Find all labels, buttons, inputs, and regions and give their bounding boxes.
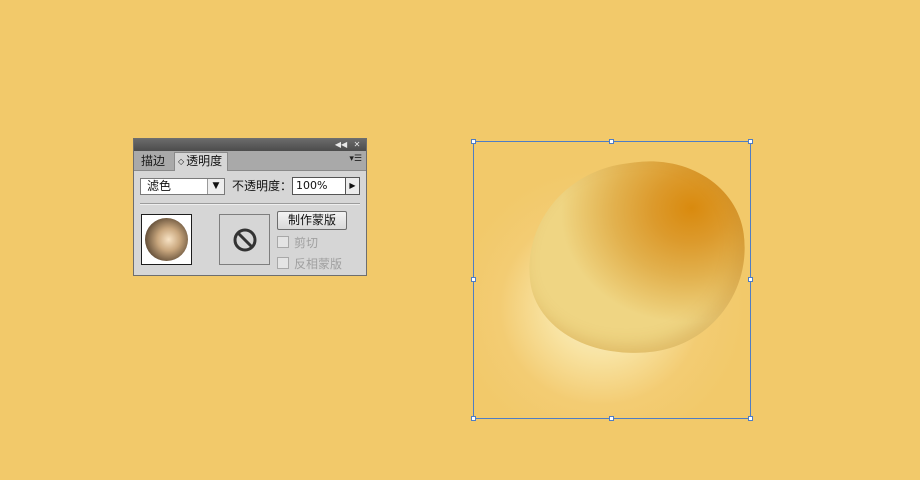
- opacity-label: 不透明度：: [232, 179, 293, 193]
- artwork-thumbnail[interactable]: [141, 214, 192, 265]
- chevron-down-icon[interactable]: ▼: [207, 179, 224, 194]
- handle-bottom-center[interactable]: [609, 416, 614, 421]
- handle-middle-left[interactable]: [471, 277, 476, 282]
- clip-checkbox[interactable]: [277, 236, 289, 248]
- mask-thumbnail[interactable]: [219, 214, 270, 265]
- selection-bounding-box[interactable]: [473, 141, 751, 419]
- blend-mode-value: 滤色: [147, 179, 172, 193]
- tab-stroke-label: 描边: [141, 154, 166, 168]
- tab-transparency[interactable]: ◇ 透明度: [174, 152, 228, 171]
- handle-middle-right[interactable]: [748, 277, 753, 282]
- clip-label: 剪切: [294, 236, 319, 250]
- opacity-input[interactable]: 100%: [292, 177, 346, 195]
- blend-mode-select[interactable]: 滤色 ▼: [140, 178, 225, 195]
- panel-tab-bar: 描边 ◇ 透明度 ▾☰: [134, 151, 366, 171]
- invert-mask-checkbox[interactable]: [277, 257, 289, 269]
- invert-mask-checkbox-row[interactable]: 反相蒙版: [277, 257, 342, 271]
- handle-top-left[interactable]: [471, 139, 476, 144]
- close-icon[interactable]: ✕: [350, 139, 364, 151]
- panel-titlebar[interactable]: ◀◀ ✕: [134, 139, 366, 151]
- transparency-panel: ◀◀ ✕ 描边 ◇ 透明度 ▾☰ 滤色 ▼ 不透明度： 100% ▶ 制作蒙版 剪…: [133, 138, 367, 276]
- handle-top-right[interactable]: [748, 139, 753, 144]
- make-mask-button[interactable]: 制作蒙版: [277, 211, 347, 230]
- handle-bottom-right[interactable]: [748, 416, 753, 421]
- handle-bottom-left[interactable]: [471, 416, 476, 421]
- tab-transparency-label: 透明度: [186, 154, 223, 168]
- handle-top-center[interactable]: [609, 139, 614, 144]
- tab-stroke[interactable]: 描边: [138, 153, 174, 170]
- panel-menu-icon[interactable]: ▾☰: [349, 154, 362, 164]
- prohibited-icon: [233, 228, 257, 252]
- artwork-preview: [145, 218, 188, 261]
- double-chevron-left-icon[interactable]: ◀◀: [334, 139, 348, 151]
- expand-arrows-icon: ◇: [178, 157, 185, 166]
- panel-divider: [140, 203, 360, 205]
- invert-mask-label: 反相蒙版: [294, 257, 343, 271]
- clip-checkbox-row[interactable]: 剪切: [277, 236, 318, 250]
- opacity-slider-arrow-icon[interactable]: ▶: [346, 177, 360, 195]
